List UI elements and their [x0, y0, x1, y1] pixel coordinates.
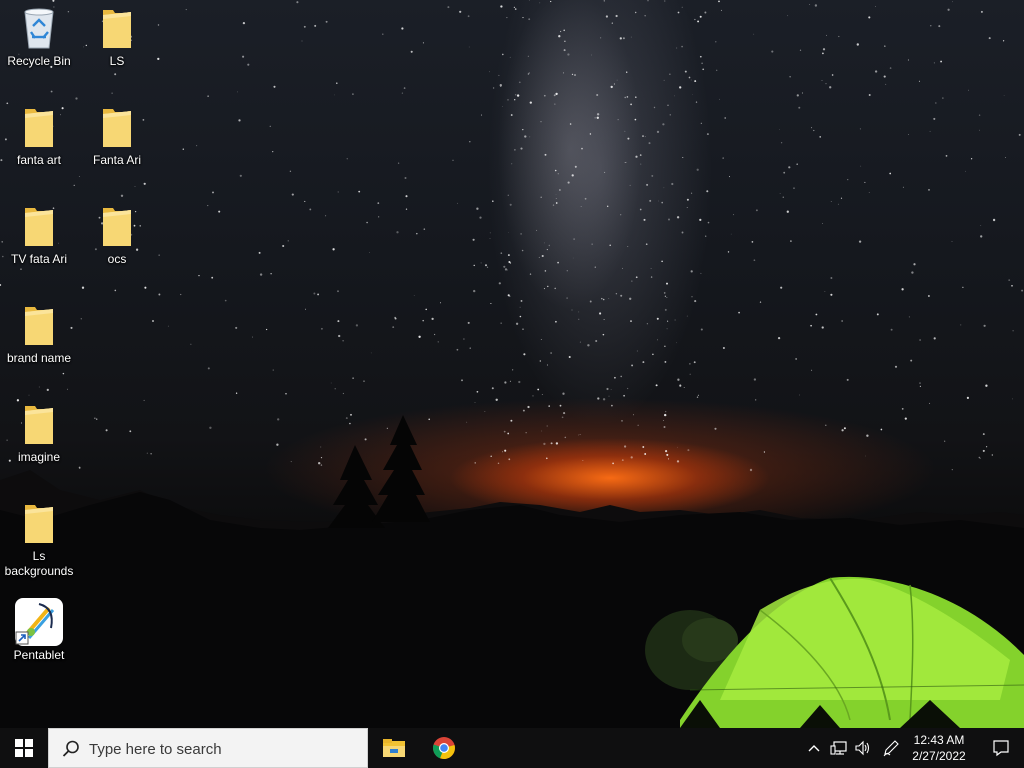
pentablet-shortcut-icon: [15, 598, 63, 646]
desktop-icon-label: TV fata Ari: [10, 252, 68, 266]
desktop-icon-label: Recycle Bin: [7, 54, 71, 68]
taskbar: Type here to search 12:43 AM 2/27/2022: [0, 728, 1024, 768]
taskbar-chrome[interactable]: [420, 728, 468, 768]
tray-volume[interactable]: [852, 728, 874, 768]
tray-network[interactable]: [828, 728, 850, 768]
folder-icon: [15, 202, 63, 250]
desktop-icon-label: fanta art: [16, 153, 62, 167]
volume-icon: [855, 740, 870, 756]
network-icon: [830, 741, 847, 755]
pen-icon: [883, 740, 899, 757]
chrome-icon: [433, 737, 455, 760]
folder-icon: [93, 4, 141, 52]
tray-clock[interactable]: 12:43 AM 2/27/2022: [905, 732, 973, 764]
tray-pen[interactable]: [880, 728, 902, 768]
file-explorer-icon: [383, 739, 405, 757]
desktop-icon-pentablet[interactable]: Pentablet: [1, 598, 77, 663]
folder-icon: [15, 301, 63, 349]
recycle-bin-icon: [15, 4, 63, 52]
folder-icon: [93, 202, 141, 250]
desktop-icon-recycle-bin[interactable]: Recycle Bin: [1, 4, 77, 69]
desktop-icon-ocs[interactable]: ocs: [79, 202, 155, 267]
desktop-icon-ls[interactable]: LS: [79, 4, 155, 69]
desktop-icon-brand-name[interactable]: brand name: [1, 301, 77, 366]
desktop-icon-label: LS: [109, 54, 125, 68]
desktop-icon-label: Pentablet: [13, 648, 65, 662]
desktop-icon-imagine[interactable]: imagine: [1, 400, 77, 465]
desktop-icon-label: ocs: [107, 252, 127, 266]
search-placeholder: Type here to search: [89, 741, 222, 758]
start-button[interactable]: [0, 728, 48, 768]
desktop-icon-label: Ls backgrounds: [4, 549, 74, 578]
desktop-icon-fanta-ari[interactable]: Fanta Ari: [79, 103, 155, 168]
taskbar-file-explorer[interactable]: [370, 728, 418, 768]
desktop-icon-ls-backgrounds[interactable]: Ls backgrounds: [1, 499, 77, 579]
action-center-icon: [993, 740, 1009, 757]
windows-start-icon: [15, 739, 33, 757]
clock-date: 2/27/2022: [912, 749, 966, 763]
folder-icon: [15, 499, 63, 547]
taskbar-search-box[interactable]: Type here to search: [48, 728, 368, 768]
desktop-icon-label: imagine: [17, 450, 61, 464]
desktop-icon-tv-fata-ari[interactable]: TV fata Ari: [1, 202, 77, 267]
folder-icon: [93, 103, 141, 151]
action-center-button[interactable]: [978, 728, 1024, 768]
desktop-icon-fanta-art[interactable]: fanta art: [1, 103, 77, 168]
desktop-icon-label: Fanta Ari: [92, 153, 142, 167]
folder-icon: [15, 103, 63, 151]
folder-icon: [15, 400, 63, 448]
tray-show-hidden-icons[interactable]: [804, 728, 824, 768]
search-icon: [62, 740, 79, 757]
desktop-icon-label: brand name: [6, 351, 72, 365]
chevron-up-icon: [808, 745, 820, 752]
clock-time: 12:43 AM: [913, 733, 965, 747]
